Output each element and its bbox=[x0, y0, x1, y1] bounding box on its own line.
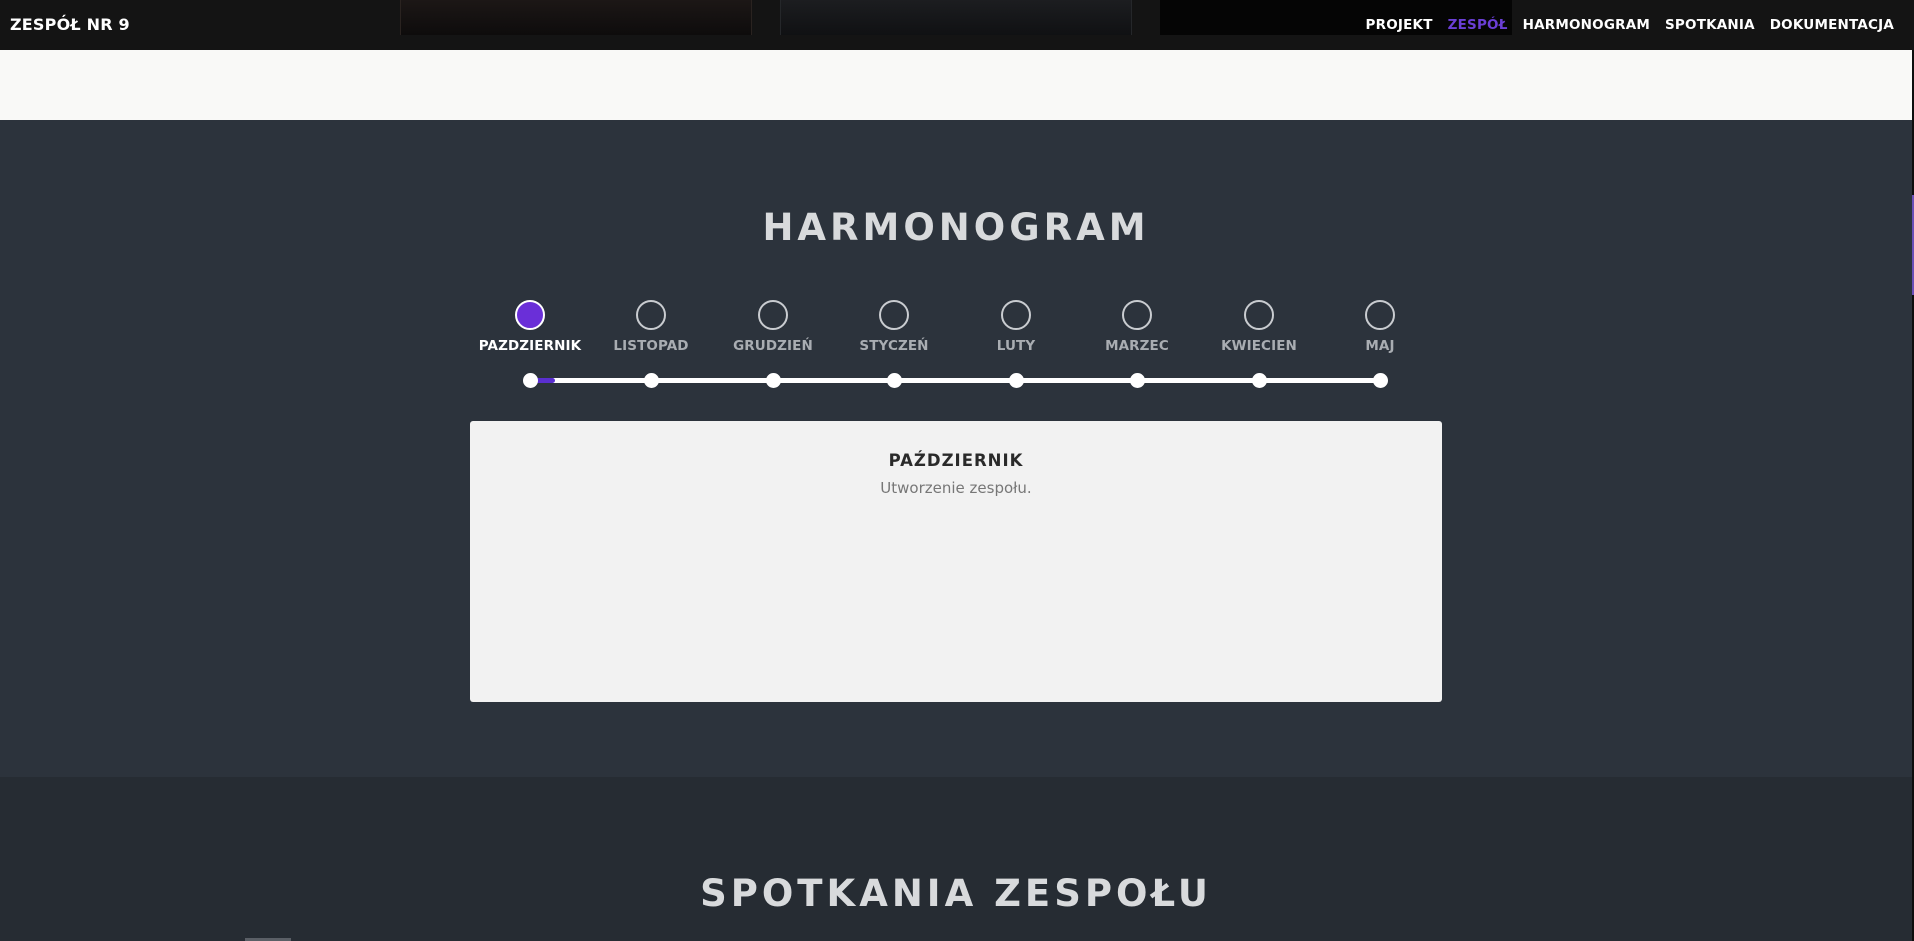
timeline-dot[interactable] bbox=[1130, 373, 1145, 388]
timeline-dot[interactable] bbox=[523, 373, 538, 388]
timeline-month-label: STYCZEŃ bbox=[859, 338, 929, 354]
timeline-dot[interactable] bbox=[1009, 373, 1024, 388]
timeline-circle-icon bbox=[636, 300, 666, 330]
timeline-month-label: PAZDZIERNIK bbox=[478, 338, 582, 354]
timeline-month-maj[interactable]: MAJ bbox=[1325, 300, 1435, 354]
timeline-dot[interactable] bbox=[766, 373, 781, 388]
timeline-dot[interactable] bbox=[1373, 373, 1388, 388]
timeline-month-label: KWIECIEN bbox=[1221, 338, 1297, 354]
background-photo bbox=[780, 0, 1132, 35]
timeline-dot[interactable] bbox=[644, 373, 659, 388]
timeline-dot[interactable] bbox=[887, 373, 902, 388]
spotkania-title: SPOTKANIA ZESPOŁU bbox=[700, 872, 1212, 915]
nav-link-spotkania[interactable]: SPOTKANIA bbox=[1665, 17, 1755, 33]
timeline-month-kwiecien[interactable]: KWIECIEN bbox=[1204, 300, 1314, 354]
timeline-circle-icon bbox=[758, 300, 788, 330]
timeline-circle-icon bbox=[879, 300, 909, 330]
detail-description: Utworzenie zespołu. bbox=[880, 479, 1032, 497]
timeline-circle-icon bbox=[1122, 300, 1152, 330]
nav-link-harmonogram[interactable]: HARMONOGRAM bbox=[1523, 17, 1650, 33]
timeline-month-label: GRUDZIEŃ bbox=[733, 338, 813, 354]
light-section-strip bbox=[0, 50, 1912, 120]
detail-title: PAŹDZIERNIK bbox=[888, 451, 1024, 470]
timeline-month-luty[interactable]: LUTY bbox=[961, 300, 1071, 354]
timeline-month-label: MARZEC bbox=[1105, 338, 1169, 354]
timeline-circle-icon bbox=[1365, 300, 1395, 330]
timeline-month-grudzien[interactable]: GRUDZIEŃ bbox=[718, 300, 828, 354]
timeline-circle-icon bbox=[1001, 300, 1031, 330]
timeline-month-label: LISTOPAD bbox=[613, 338, 689, 354]
timeline-circle-icon bbox=[1244, 300, 1274, 330]
timeline-detail-card: PAŹDZIERNIK Utworzenie zespołu. bbox=[470, 421, 1442, 702]
brand-logo-text[interactable]: ZESPÓŁ NR 9 bbox=[10, 15, 130, 34]
timeline-month-listopad[interactable]: LISTOPAD bbox=[596, 300, 706, 354]
nav-links: PROJEKT ZESPÓŁ HARMONOGRAM SPOTKANIA DOK… bbox=[1366, 17, 1894, 33]
timeline-month-marzec[interactable]: MARZEC bbox=[1082, 300, 1192, 354]
nav-link-zespol[interactable]: ZESPÓŁ bbox=[1448, 17, 1508, 33]
timeline-month-pazdziernik[interactable]: PAZDZIERNIK bbox=[475, 300, 585, 354]
nav-link-dokumentacja[interactable]: DOKUMENTACJA bbox=[1770, 17, 1894, 33]
timeline-dot[interactable] bbox=[1252, 373, 1267, 388]
harmonogram-title: HARMONOGRAM bbox=[762, 206, 1150, 249]
top-navbar: ZESPÓŁ NR 9 PROJEKT ZESPÓŁ HARMONOGRAM S… bbox=[0, 0, 1914, 50]
nav-link-projekt[interactable]: PROJEKT bbox=[1366, 17, 1433, 33]
page: ZESPÓŁ NR 9 PROJEKT ZESPÓŁ HARMONOGRAM S… bbox=[0, 0, 1914, 941]
timeline-month-label: LUTY bbox=[996, 338, 1036, 354]
background-photo bbox=[400, 0, 752, 35]
timeline-circle-icon bbox=[515, 300, 545, 330]
timeline-month-label: MAJ bbox=[1365, 338, 1395, 354]
spotkania-section: SPOTKANIA ZESPOŁU bbox=[0, 777, 1912, 941]
timeline-month-styczen[interactable]: STYCZEŃ bbox=[839, 300, 949, 354]
timeline-months: PAZDZIERNIK LISTOPAD GRUDZIEŃ STYCZEŃ LU… bbox=[0, 300, 1914, 400]
